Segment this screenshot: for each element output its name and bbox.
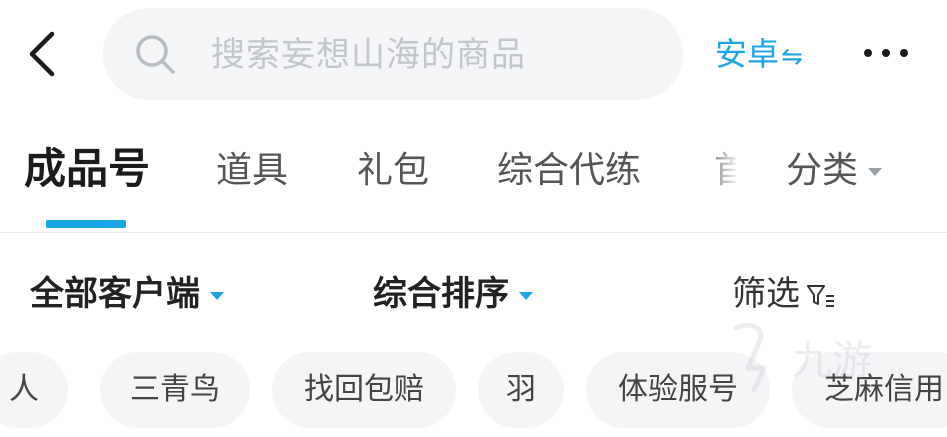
filter-label: 筛选 [732,274,800,314]
tab-items[interactable]: 道具 [216,146,288,196]
platform-label: 安卓 [715,35,780,73]
tab-finished-account[interactable]: 成品号 [24,144,150,194]
search-placeholder[interactable]: 搜索妄想山海的商品 [211,32,526,78]
search-icon [136,35,175,74]
category-tabs: 成品号 道具 礼包 综合代练 首 分类 [0,108,947,233]
tab-gift-packs[interactable]: 礼包 [357,146,429,196]
back-arrow-icon[interactable] [22,28,62,80]
top-bar: 搜索妄想山海的商品 安卓⇋ [0,0,947,108]
active-tab-indicator [46,220,126,228]
funnel-icon [807,284,834,307]
filter-button[interactable]: 筛选 [732,270,836,318]
tab-power-leveling[interactable]: 综合代练 [497,146,641,196]
swap-icon: ⇋ [781,42,803,72]
category-dropdown[interactable]: 分类 [786,146,883,196]
caret-down-icon [210,291,224,300]
caret-down-icon [519,291,533,300]
watermark-text: 九游 [792,338,872,384]
sort-dropdown[interactable]: 综合排序 [373,270,533,318]
chip-tag[interactable]: 羽 [478,352,564,428]
sort-label: 综合排序 [373,274,509,314]
watermark-logo: 九游 [733,322,872,393]
chip-tag[interactable]: 找回包赔 [272,352,456,428]
tab-fade [700,120,740,220]
client-filter-dropdown[interactable]: 全部客户端 [30,270,224,318]
chip-tag[interactable]: 人 [0,352,68,428]
platform-switch[interactable]: 安卓⇋ [715,32,803,79]
client-filter-label: 全部客户端 [30,274,200,314]
search-bar[interactable]: 搜索妄想山海的商品 [103,8,683,100]
category-label: 分类 [786,150,859,191]
chip-tag[interactable]: 三青鸟 [100,352,250,428]
more-options-icon[interactable] [860,38,912,68]
caret-down-icon [868,168,883,176]
